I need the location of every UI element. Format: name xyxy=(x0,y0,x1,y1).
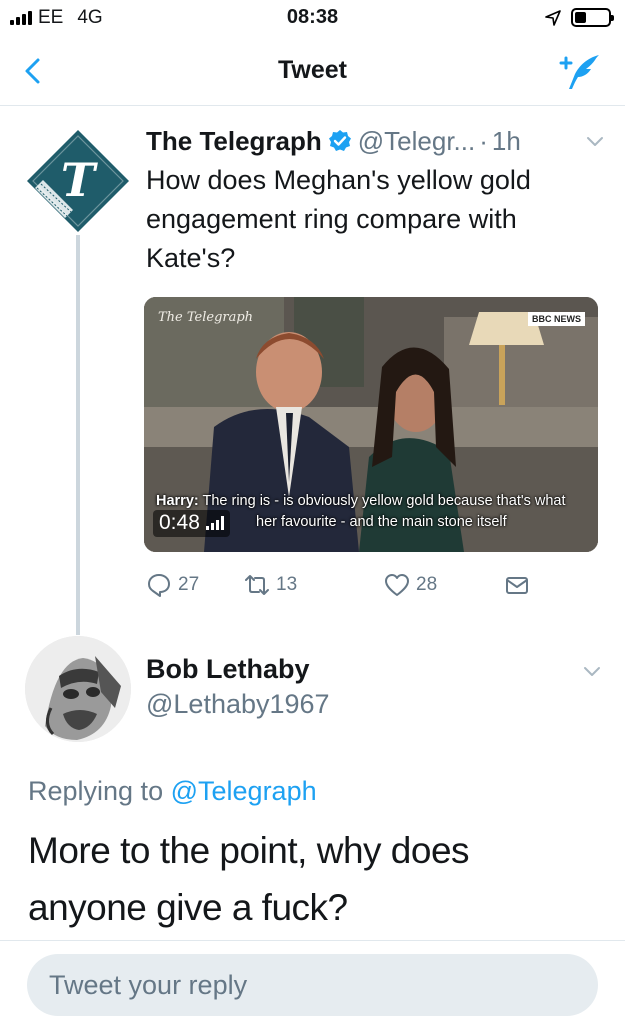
heart-icon xyxy=(385,574,409,596)
retweet-button[interactable]: 13 xyxy=(244,572,297,598)
nav-bar: Tweet xyxy=(0,38,625,106)
retweet-count: 13 xyxy=(276,574,298,595)
caption-line-1: Harry: The ring is - is obviously yellow… xyxy=(156,493,596,509)
duration-label: 0:48 xyxy=(159,511,200,534)
tweet-handle[interactable]: @Telegr... xyxy=(358,126,475,157)
status-time: 08:38 xyxy=(286,6,339,28)
caption-text-1: The ring is - is obviously yellow gold b… xyxy=(198,493,566,509)
battery-level xyxy=(575,12,587,23)
bbc-news-badge: BBC NEWS xyxy=(528,312,585,326)
bob-lethaby-avatar[interactable] xyxy=(25,636,131,742)
video-duration: 0:48 xyxy=(153,510,230,537)
reply-button[interactable]: 27 xyxy=(146,572,199,598)
svg-text:T: T xyxy=(61,153,99,207)
reply-text: More to the point, why does anyone give … xyxy=(28,822,608,936)
verified-badge-icon xyxy=(328,130,351,151)
retweet-icon xyxy=(245,575,269,595)
video-player[interactable]: The Telegraph BBC NEWS Harry: The ring i… xyxy=(144,297,598,552)
tweet-text: How does Meghan's yellow gold engagement… xyxy=(146,165,531,273)
caption-line-2: her favourite - and the main stone itsel… xyxy=(256,514,507,530)
status-bar: EE 4G 08:38 xyxy=(0,0,625,36)
separator-dot: · xyxy=(479,125,488,156)
telegraph-avatar[interactable]: T xyxy=(25,128,131,234)
tweet-header: The Telegraph @Telegr... · 1h xyxy=(146,124,606,158)
like-button[interactable]: 28 xyxy=(384,572,437,598)
direct-message-button[interactable] xyxy=(504,572,530,598)
tweet-author-name[interactable]: The Telegraph xyxy=(146,126,322,157)
chevron-down-icon[interactable] xyxy=(584,130,606,152)
reply-text-line-2: anyone give a fuck? xyxy=(28,887,348,928)
reply-author-handle[interactable]: @Lethaby1967 xyxy=(146,689,330,720)
compose-tweet-icon[interactable] xyxy=(559,52,603,92)
reply-composer-bar xyxy=(0,940,625,1024)
tweet-actions: 27 13 28 xyxy=(146,572,546,602)
reply-count: 27 xyxy=(178,574,200,595)
chevron-down-icon[interactable] xyxy=(581,660,603,682)
status-right xyxy=(545,8,614,27)
envelope-icon xyxy=(506,577,528,594)
reply-input[interactable] xyxy=(27,954,598,1016)
caption-speaker: Harry: xyxy=(156,493,199,509)
tweet-time: 1h xyxy=(491,125,521,156)
replying-to: Replying to @Telegraph xyxy=(28,776,317,807)
video-logo: The Telegraph xyxy=(158,310,254,325)
thread-line xyxy=(76,235,80,635)
volume-icon[interactable] xyxy=(205,516,224,530)
like-count: 28 xyxy=(416,574,438,595)
replying-to-link[interactable]: @Telegraph xyxy=(171,776,317,806)
battery-icon xyxy=(571,8,614,27)
reply-author-name[interactable]: Bob Lethaby xyxy=(146,654,310,685)
replying-prefix: Replying to xyxy=(28,776,164,806)
reply-text-line-1: More to the point, why does xyxy=(28,830,470,871)
location-arrow-icon xyxy=(545,9,561,26)
page-title: Tweet xyxy=(278,56,347,84)
reply-icon xyxy=(148,574,170,597)
